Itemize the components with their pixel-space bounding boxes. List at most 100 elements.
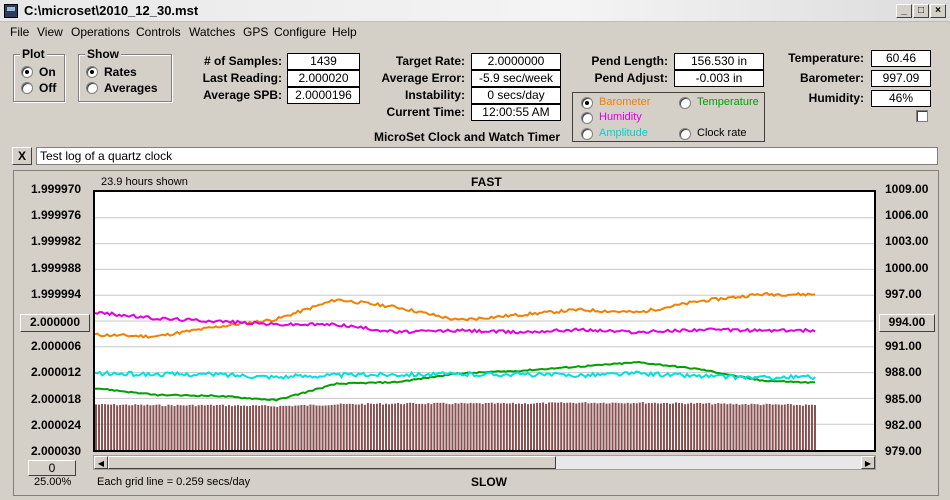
clock-rate-bar xyxy=(566,402,569,450)
scroll-thumb[interactable] xyxy=(108,456,556,469)
clock-rate-bar xyxy=(134,404,137,450)
clock-rate-bar xyxy=(681,403,684,450)
clock-rate-bar xyxy=(690,402,693,450)
clock-rate-bar xyxy=(442,402,445,450)
clock-rate-bar xyxy=(279,405,282,450)
clock-rate-bar xyxy=(179,405,182,450)
clock-rate-bar xyxy=(327,405,330,450)
clock-rate-bar xyxy=(741,404,744,450)
left-tick-label: 1.999976 xyxy=(31,208,82,223)
menu-configure[interactable]: Configure xyxy=(274,25,326,39)
show-averages-radio[interactable] xyxy=(86,82,98,94)
maximize-icon[interactable]: □ xyxy=(913,4,929,18)
pend-length-label: Pend Length: xyxy=(591,54,668,68)
right-reference-button[interactable]: 994.00 xyxy=(879,314,935,332)
legend-temperature-radio[interactable] xyxy=(679,97,691,109)
clock-rate-bar xyxy=(644,403,647,450)
clock-rate-bar xyxy=(146,404,149,450)
clock-rate-bar xyxy=(786,404,789,450)
clock-rate-bar xyxy=(563,403,566,450)
clock-rate-bar xyxy=(590,402,593,450)
clock-rate-bar xyxy=(246,406,249,450)
legend-clock-rate: Clock rate xyxy=(697,127,747,139)
clock-rate-bar xyxy=(306,405,309,450)
legend-clock-rate-radio[interactable] xyxy=(679,128,691,140)
menu-watches[interactable]: Watches xyxy=(189,25,235,39)
note-input[interactable]: Test log of a quartz clock xyxy=(36,147,938,165)
clock-rate-bar xyxy=(469,402,472,450)
clock-rate-bar xyxy=(675,402,678,450)
show-rates-radio[interactable] xyxy=(86,66,98,78)
clock-rate-bar xyxy=(348,403,351,450)
clock-rate-bar xyxy=(581,402,584,450)
bottom-left-value-button[interactable]: 0 xyxy=(28,460,76,476)
clock-rate-bar xyxy=(354,404,357,450)
clock-rate-bar xyxy=(611,402,614,450)
clock-rate-bar xyxy=(249,406,252,450)
grid-note: Each grid line = 0.259 secs/day xyxy=(97,476,251,488)
clock-rate-bar xyxy=(161,406,164,450)
clock-rate-bar xyxy=(318,405,321,450)
legend-humidity-radio[interactable] xyxy=(581,112,593,124)
clock-rate-bar xyxy=(801,405,804,450)
clock-rate-bar xyxy=(170,405,173,450)
horizontal-scrollbar[interactable]: ◀ ▶ xyxy=(93,455,876,470)
legend-amplitude-radio[interactable] xyxy=(581,128,593,140)
clock-rate-bar xyxy=(813,405,816,450)
clock-rate-bar xyxy=(783,404,786,450)
menu-gps[interactable]: GPS xyxy=(243,25,268,39)
options-checkbox[interactable] xyxy=(916,110,928,122)
clock-rate-bar xyxy=(378,403,381,450)
clock-rate-bar xyxy=(638,402,641,450)
clock-rate-bar xyxy=(693,403,696,450)
clock-rate-bar xyxy=(137,405,140,450)
legend-barometer-radio[interactable] xyxy=(581,97,593,109)
menu-operations[interactable]: Operations xyxy=(71,25,130,39)
window-title: C:\microset\2010_12_30.mst xyxy=(24,3,199,18)
clock-rate-bar xyxy=(596,403,599,450)
minimize-icon[interactable]: _ xyxy=(896,4,912,18)
clock-rate-bar xyxy=(635,403,638,450)
scroll-left-icon[interactable]: ◀ xyxy=(94,456,108,469)
legend-humidity: Humidity xyxy=(599,111,642,123)
clock-rate-bar xyxy=(795,404,798,450)
clock-rate-bar xyxy=(750,403,753,450)
close-icon[interactable]: × xyxy=(930,4,946,18)
humidity-value: 46% xyxy=(871,90,931,107)
menu-help[interactable]: Help xyxy=(332,25,357,39)
clock-rate-bar xyxy=(505,403,508,450)
target-rate-value: 2.0000000 xyxy=(471,53,561,70)
clock-rate-bar xyxy=(810,404,813,450)
app-window: C:\microset\2010_12_30.mst _ □ × File Vi… xyxy=(0,0,950,500)
menu-file[interactable]: File xyxy=(10,25,29,39)
legend-temperature: Temperature xyxy=(697,96,759,108)
clock-rate-bar xyxy=(391,403,394,450)
left-reference-button[interactable]: 2.000000 xyxy=(20,314,90,332)
scroll-right-icon[interactable]: ▶ xyxy=(861,456,875,469)
hours-shown: 23.9 hours shown xyxy=(101,176,188,188)
clock-rate-bar xyxy=(185,405,188,450)
clock-rate-bar xyxy=(804,404,807,450)
clock-rate-bar xyxy=(430,404,433,450)
plot-on-radio[interactable] xyxy=(21,66,33,78)
plot-on-label: On xyxy=(39,65,56,79)
clock-rate-bar xyxy=(551,402,554,450)
clock-rate-bar xyxy=(578,402,581,450)
clock-rate-bar xyxy=(203,405,206,450)
plot-off-radio[interactable] xyxy=(21,82,33,94)
clock-rate-bar xyxy=(614,402,617,450)
clock-rate-bar xyxy=(575,403,578,450)
clock-rate-bar xyxy=(282,405,285,450)
menu-controls[interactable]: Controls xyxy=(136,25,181,39)
clock-rate-bar xyxy=(363,404,366,450)
menu-view[interactable]: View xyxy=(37,25,63,39)
clock-rate-bar xyxy=(421,403,424,450)
clock-rate-bar xyxy=(300,405,303,450)
clear-note-button[interactable]: X xyxy=(12,147,32,165)
app-icon xyxy=(4,4,18,18)
clock-rate-bar xyxy=(569,402,572,450)
clock-rate-bar xyxy=(523,403,526,450)
clock-rate-bar xyxy=(188,404,191,450)
show-averages-label: Averages xyxy=(104,81,158,95)
clock-rate-bar xyxy=(400,404,403,450)
